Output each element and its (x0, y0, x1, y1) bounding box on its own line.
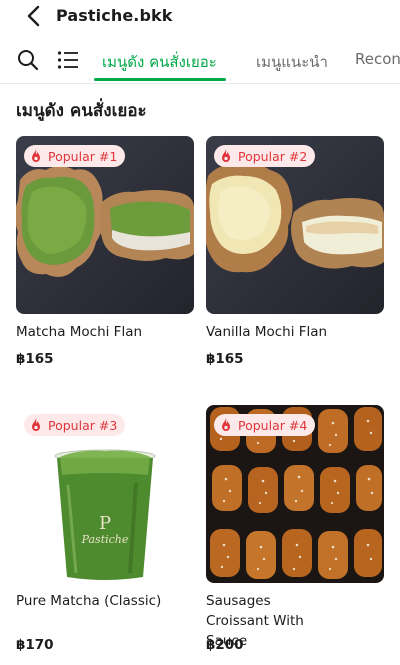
top-bar: Pastiche.bkk (0, 0, 400, 34)
product-card-vanilla-mochi-flan[interactable]: Popular #2 Vanilla Mochi Flan ฿165 (206, 136, 384, 376)
active-tab-indicator (94, 78, 226, 81)
product-image: Popular #4 (206, 405, 384, 583)
badge-label: Popular #2 (238, 148, 308, 164)
cup-brand-text: Pastiche (81, 533, 129, 546)
search-icon (18, 50, 39, 71)
chevron-left-icon (27, 5, 40, 27)
svg-text:P: P (99, 513, 111, 534)
product-image: P Pastiche Popular #3 (16, 405, 194, 583)
tab-popular-menu[interactable]: เมนูดัง คนสั่งเยอะ (102, 50, 217, 74)
fire-icon (222, 149, 230, 162)
search-button[interactable] (17, 49, 39, 71)
popular-badge: Popular #4 (214, 414, 316, 436)
tab-recommended-menu[interactable]: เมนูแนะนำ (256, 50, 328, 74)
category-tab-bar: เมนูดัง คนสั่งเยอะ เมนูแนะนำ Recon (0, 38, 400, 84)
product-price: ฿200 (206, 637, 244, 653)
tab-recon[interactable]: Recon (355, 50, 400, 68)
popular-badge: Popular #2 (214, 145, 316, 167)
product-name: Vanilla Mochi Flan (206, 324, 328, 340)
product-image: Popular #2 (206, 136, 384, 314)
product-card-matcha-mochi-flan[interactable]: Popular #1 Matcha Mochi Flan ฿165 (16, 136, 194, 376)
badge-label: Popular #4 (238, 417, 308, 433)
product-name: Pure Matcha (Classic) (16, 593, 162, 609)
popular-badge: Popular #1 (24, 145, 126, 167)
badge-label: Popular #3 (48, 417, 118, 433)
product-card-sausages-croissant[interactable]: Popular #4 Sausages Croissant With Sauce… (206, 405, 384, 663)
popular-badge: Popular #3 (24, 414, 126, 436)
fire-icon (222, 418, 230, 431)
section-title: เมนูดัง คนสั่งเยอะ (16, 101, 147, 121)
product-image: Popular #1 (16, 136, 194, 314)
back-button[interactable] (22, 4, 46, 28)
fire-icon (32, 149, 40, 162)
badge-label: Popular #1 (48, 148, 118, 164)
category-list-button[interactable] (57, 50, 79, 70)
product-card-pure-matcha-classic[interactable]: P Pastiche Popular #3 Pure Matcha (Class… (16, 405, 194, 663)
fire-icon (32, 418, 40, 431)
product-price: ฿165 (206, 351, 244, 367)
product-price: ฿170 (16, 637, 54, 653)
store-title: Pastiche.bkk (56, 6, 173, 25)
product-price: ฿165 (16, 351, 54, 367)
product-name: Matcha Mochi Flan (16, 324, 143, 340)
list-icon (57, 51, 78, 69)
